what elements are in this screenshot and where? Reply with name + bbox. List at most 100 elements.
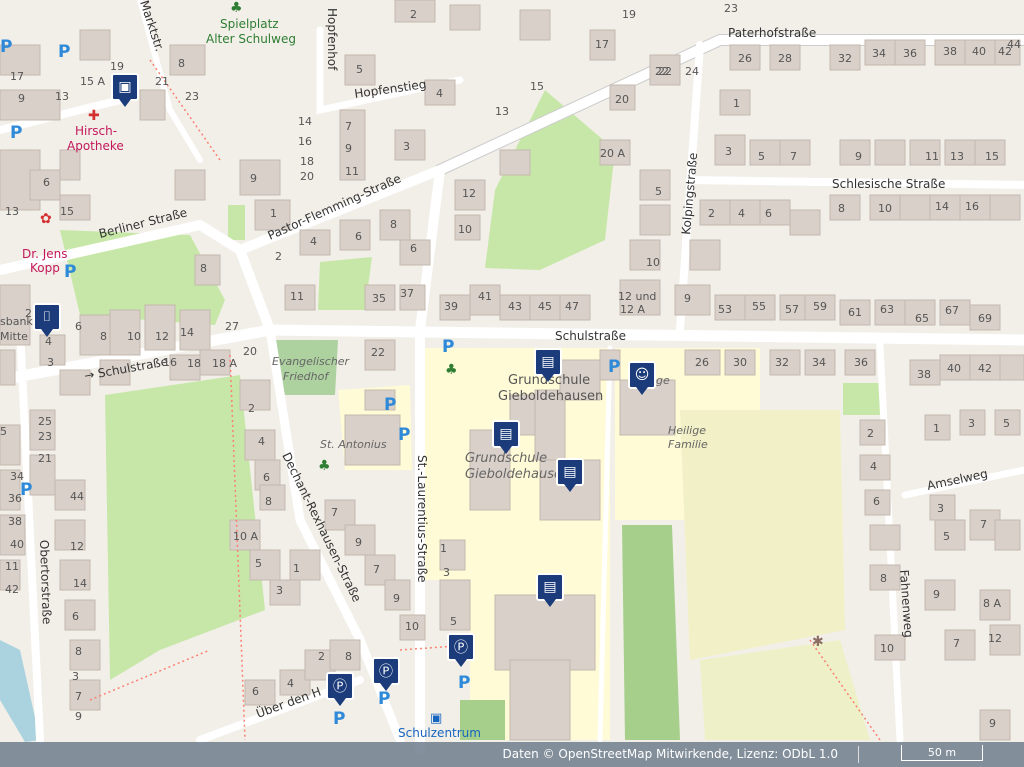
poi-label-antonius: St. Antonius (320, 438, 387, 451)
parking-marker[interactable]: Ⓟ (372, 657, 400, 691)
playground-icon: ♣ (318, 458, 331, 474)
house-number: 26 (695, 356, 709, 369)
parking-icon: Ⓟ (372, 657, 400, 685)
attribution-bar: Daten © OpenStreetMap Mitwirkende, Lizen… (0, 742, 1024, 767)
attribution-divider (858, 746, 859, 763)
house-number: 1 (270, 207, 277, 220)
house-number: 34 (872, 47, 886, 60)
school-marker[interactable]: ▤ (492, 420, 520, 454)
school-marker[interactable]: ▤ (536, 573, 564, 607)
house-number: 69 (978, 312, 992, 325)
house-number: 21 (38, 452, 52, 465)
shop-marker[interactable]: ⌷ (33, 303, 61, 337)
parking-marker[interactable]: Ⓟ (326, 672, 354, 706)
poi-label-kirche-stub: ge (656, 374, 670, 387)
house-number: 19 (110, 60, 124, 73)
parking-icon: Ⓟ (447, 633, 475, 661)
house-number: 12 (70, 540, 84, 553)
poi-label-grundschule-it-2: Gieboldehausen (465, 467, 570, 482)
house-number: 45 (538, 300, 552, 313)
house-number: 2 (318, 650, 325, 663)
poi-label-friedhof-2: Friedhof (283, 370, 330, 383)
scale-bar: 50 m (901, 745, 983, 761)
house-number: 25 (38, 415, 52, 428)
green-area (228, 205, 245, 240)
house-number: 44 (1007, 38, 1021, 51)
house-number: 55 (752, 300, 766, 313)
poi-label-friedhof-1: Evangelischer (272, 355, 351, 368)
house-number: 19 (622, 8, 636, 21)
house-number: 9 (684, 292, 691, 305)
house-number: 5 (450, 615, 457, 628)
poi-label-schulzentrum: Schulzentrum (398, 726, 481, 740)
house-number: 17 (10, 70, 24, 83)
playground-icon: ♣ (230, 0, 243, 16)
house-number: 42 (5, 583, 19, 596)
house-number: 27 (225, 320, 239, 333)
house-number: 21 (155, 75, 169, 88)
house-number: 40 (947, 362, 961, 375)
house-number: 10 (646, 256, 660, 269)
parking-icon: P (442, 337, 454, 357)
school-marker[interactable]: ▤ (534, 348, 562, 382)
house-number: 4 (870, 460, 877, 473)
attribution-text[interactable]: Daten © OpenStreetMap Mitwirkende, Lizen… (502, 747, 838, 761)
house-number: 14 (180, 326, 194, 339)
street-label-laurentius: St.-Laurentius-Straße (415, 455, 429, 583)
parking-icon: P (58, 42, 70, 62)
school-marker[interactable]: ▤ (556, 458, 584, 492)
house-number: 20 (300, 170, 314, 183)
house-number: 13 (495, 105, 509, 118)
poi-label-apotheke-1: Hirsch- (75, 124, 117, 138)
house-number: 16 (965, 200, 979, 213)
house-number: 8 (838, 202, 845, 215)
map-svg: Paterhofstraße Hopfenstieg Hopfenhof Mar… (0, 0, 1024, 767)
house-number: 5 (943, 530, 950, 543)
house-number: 5 (356, 63, 363, 76)
poi-label-apotheke-2: Apotheke (67, 139, 124, 153)
house-number: 3 (47, 356, 54, 369)
playground-marker[interactable]: ☺ (628, 361, 656, 395)
house-number: 6 (873, 495, 880, 508)
house-number: 4 (287, 677, 294, 690)
house-number: 44 (70, 490, 84, 503)
parking-icon: P (458, 673, 470, 693)
house-number: 38 (943, 45, 957, 58)
house-number: 32 (838, 52, 852, 65)
street-label-schulstr-east: Schulstraße (555, 329, 626, 343)
house-number: 14 (298, 115, 312, 128)
street-label-paterhof: Paterhofstraße (728, 26, 816, 40)
house-number: 65 (915, 312, 929, 325)
parking-icon: P (10, 123, 22, 143)
house-number: 35 (372, 292, 386, 305)
house-number: 5 (255, 557, 262, 570)
house-number: 9 (855, 150, 862, 163)
house-number: 18 (300, 155, 314, 168)
house-number: 4 (310, 235, 317, 248)
house-number: 22 (371, 346, 385, 359)
shopping-basket-icon: ⌷ (33, 303, 61, 331)
street-label-obertor: Obertorstraße (37, 540, 54, 625)
house-number: 28 (778, 52, 792, 65)
house-number: 12 (155, 330, 169, 343)
house-number: 7 (953, 637, 960, 650)
house-number: 36 (854, 356, 868, 369)
pharmacy-icon: ✚ (88, 108, 100, 124)
house-number: 20 (615, 93, 629, 106)
green-strip (622, 525, 680, 740)
house-number: 5 (758, 150, 765, 163)
house-number: 1 (933, 422, 940, 435)
house-number: 11 (345, 165, 359, 178)
house-number: 8 (178, 57, 185, 70)
map-canvas[interactable]: Paterhofstraße Hopfenstieg Hopfenhof Mar… (0, 0, 1024, 767)
parking-marker[interactable]: Ⓟ (447, 633, 475, 667)
house-number: 6 (43, 176, 50, 189)
house-number: 16 (298, 135, 312, 148)
house-number: 12 (988, 632, 1002, 645)
house-number: 7 (373, 563, 380, 576)
pharmacy-marker[interactable]: ▣ (111, 73, 139, 107)
house-number: 15 (985, 150, 999, 163)
house-number: 8 (880, 572, 887, 585)
house-number: 3 (937, 502, 944, 515)
house-number: 57 (785, 303, 799, 316)
